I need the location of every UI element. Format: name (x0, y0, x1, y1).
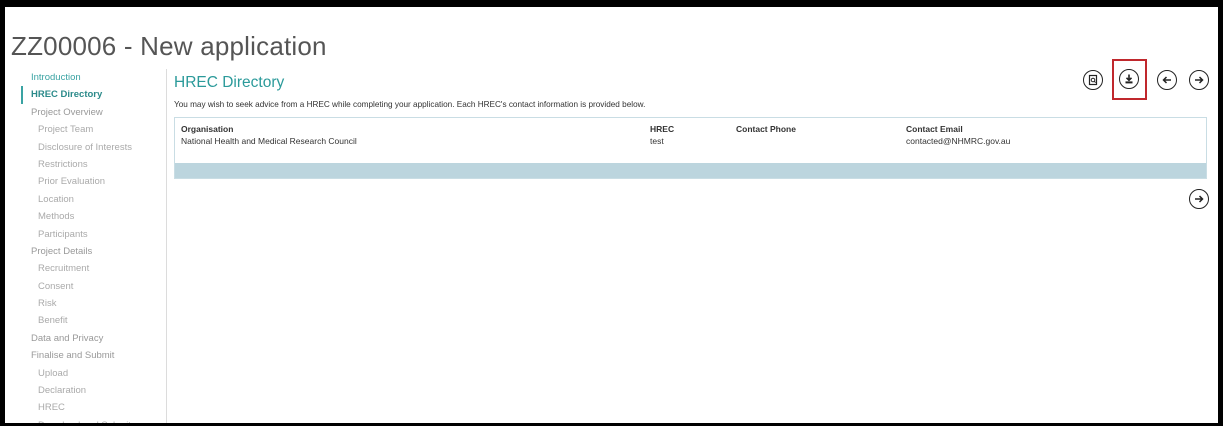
application-window: ZZ00006 - New application Introduction HR… (5, 7, 1218, 423)
sidebar-item-data-and-privacy[interactable]: Data and Privacy (21, 330, 166, 347)
table-footer-bar (175, 163, 1206, 178)
sidebar-nav: Introduction HREC Directory Project Overvi… (21, 69, 167, 423)
sidebar-item-restrictions[interactable]: Restrictions (21, 156, 166, 173)
sidebar-item-upload[interactable]: Upload (21, 365, 166, 382)
section-title: HREC Directory (174, 74, 285, 91)
sidebar-item-hrec[interactable]: HREC (21, 399, 166, 416)
cell-organisation: National Health and Medical Research Cou… (181, 136, 357, 146)
sidebar-item-declaration[interactable]: Declaration (21, 382, 166, 399)
column-header-contact-email: Contact Email (906, 124, 963, 134)
sidebar-item-recruitment[interactable]: Recruitment (21, 260, 166, 277)
table-header-row: Organisation HREC Contact Phone Contact … (175, 124, 1206, 136)
sidebar-item-hrec-directory[interactable]: HREC Directory (21, 86, 166, 104)
sidebar-item-prior-evaluation[interactable]: Prior Evaluation (21, 173, 166, 190)
cell-hrec: test (650, 136, 664, 146)
sidebar-item-project-team[interactable]: Project Team (21, 121, 166, 138)
sidebar-item-risk[interactable]: Risk (21, 295, 166, 312)
sidebar-item-location[interactable]: Location (21, 191, 166, 208)
sidebar-item-participants[interactable]: Participants (21, 226, 166, 243)
intro-text: You may wish to seek advice from a HREC … (174, 100, 646, 109)
sidebar-item-project-details[interactable]: Project Details (21, 243, 166, 260)
sidebar-item-download-and-submit[interactable]: Download and Submit (21, 417, 166, 423)
sidebar-item-finalise-and-submit[interactable]: Finalise and Submit (21, 347, 166, 364)
sidebar-item-introduction[interactable]: Introduction (21, 69, 166, 86)
sidebar-item-benefit[interactable]: Benefit (21, 312, 166, 329)
previous-arrow-icon[interactable] (1157, 70, 1177, 90)
column-header-organisation: Organisation (181, 124, 234, 134)
sidebar-item-methods[interactable]: Methods (21, 208, 166, 225)
page-title: ZZ00006 - New application (11, 31, 327, 61)
next-arrow-icon[interactable] (1189, 70, 1209, 90)
cell-contact-email: contacted@NHMRC.gov.au (906, 136, 1011, 146)
sidebar-item-consent[interactable]: Consent (21, 278, 166, 295)
next-page-arrow-icon[interactable] (1189, 189, 1209, 209)
sidebar-item-project-overview[interactable]: Project Overview (21, 104, 166, 121)
column-header-hrec: HREC (650, 124, 675, 134)
sidebar-item-disclosure-of-interests[interactable]: Disclosure of Interests (21, 139, 166, 156)
preview-document-icon[interactable] (1083, 70, 1103, 90)
column-header-contact-phone: Contact Phone (736, 124, 796, 134)
hrec-table: Organisation HREC Contact Phone Contact … (174, 117, 1207, 179)
download-highlight-box (1112, 59, 1147, 100)
table-row: National Health and Medical Research Cou… (175, 136, 1206, 148)
